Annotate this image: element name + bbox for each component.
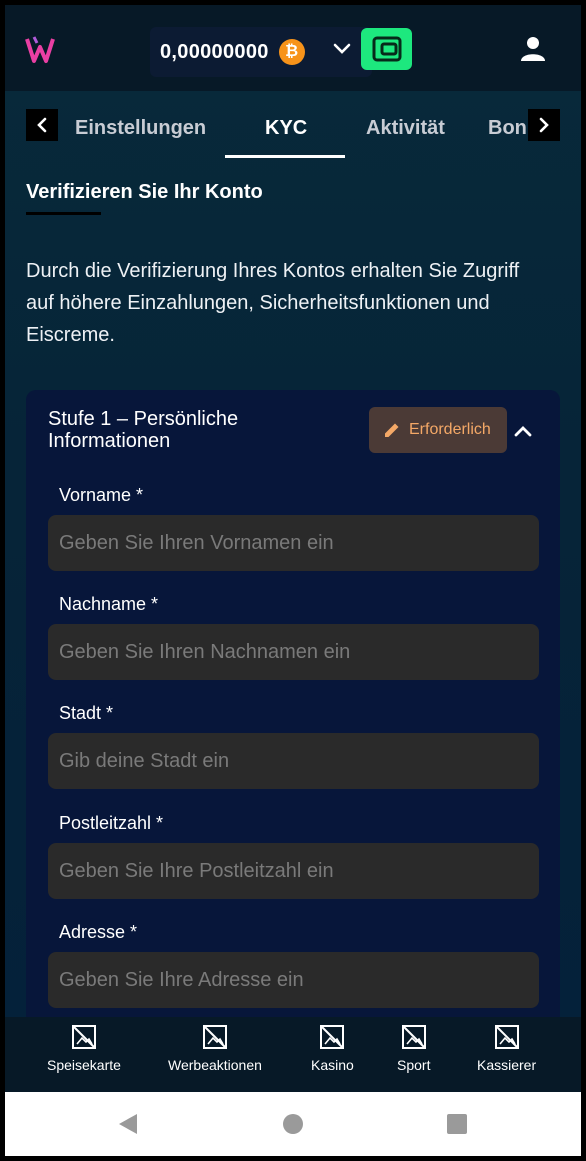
pencil-icon [385,423,399,437]
bottom-nav: Speisekarte Werbeaktionen Kasino Sport K… [5,1017,581,1092]
nav-label: Werbeaktionen [168,1057,262,1073]
broken-image-icon [494,1025,519,1049]
broken-image-icon [202,1025,227,1049]
postalcode-input[interactable] [48,843,539,899]
home-icon[interactable] [283,1114,303,1134]
nav-sport[interactable]: Sport [397,1023,430,1073]
nav-werbeaktionen[interactable]: Werbeaktionen [168,1023,262,1073]
nav-label: Speisekarte [47,1057,121,1073]
nav-label: Kassierer [477,1057,537,1073]
nav-kassierer[interactable]: Kassierer [477,1023,536,1073]
nav-label: Sport [397,1057,431,1073]
app-frame: 0,00000000 ₿ Einstellungen KYC Aktivität… [5,5,581,1156]
firstname-label: Vorname * [59,485,144,505]
broken-image-icon [320,1025,345,1049]
nav-label: Kasino [311,1057,354,1073]
recent-apps-icon[interactable] [447,1114,467,1134]
active-tab-indicator [225,155,345,158]
back-icon[interactable] [117,1112,139,1136]
address-input[interactable] [48,952,539,1008]
kyc-step-card: Stufe 1 – Persönliche Informationen Erfo… [26,390,560,1030]
chevron-down-icon[interactable] [332,38,352,58]
broken-image-icon [71,1025,96,1049]
chevron-up-icon[interactable] [512,420,534,442]
step-title: Stufe 1 – Persönliche Informationen [48,408,239,452]
broken-image-icon [401,1025,426,1049]
balance-amount: 0,00000000 [160,40,269,63]
system-nav-bar [5,1092,581,1156]
wallet-button[interactable] [361,28,412,70]
top-header: 0,00000000 ₿ [5,5,581,91]
tab-bar: Einstellungen KYC Aktivität Bonu [5,101,581,161]
firstname-input[interactable] [48,515,539,571]
tab-einstellungen[interactable]: Einstellungen [75,117,206,140]
lastname-label: Nachname * [59,594,159,614]
nav-kasino[interactable]: Kasino [311,1023,354,1073]
required-badge-label: Erforderlich [409,421,491,438]
brand-logo-icon[interactable] [25,33,55,67]
address-label: Adresse * [59,922,138,942]
tab-kyc[interactable]: KYC [265,117,307,140]
user-icon[interactable] [519,35,547,63]
city-label: Stadt * [59,703,114,723]
required-badge[interactable]: Erforderlich [369,407,507,453]
section-title: Verifizieren Sie Ihr Konto [26,181,263,203]
postalcode-label: Postleitzahl * [59,813,164,833]
lastname-input[interactable] [48,624,539,680]
chevron-right-icon [539,117,549,133]
nav-speisekarte[interactable]: Speisekarte [47,1023,121,1073]
bitcoin-icon: ₿ [278,39,305,65]
tab-aktivitaet[interactable]: Aktivität [366,117,445,140]
city-input[interactable] [48,733,539,789]
tab-scroll-right-button[interactable] [528,109,560,141]
intro-text: Durch die Verifizierung Ihres Kontos erh… [26,260,520,346]
wallet-icon [372,36,401,62]
section-title-underline [26,212,101,215]
